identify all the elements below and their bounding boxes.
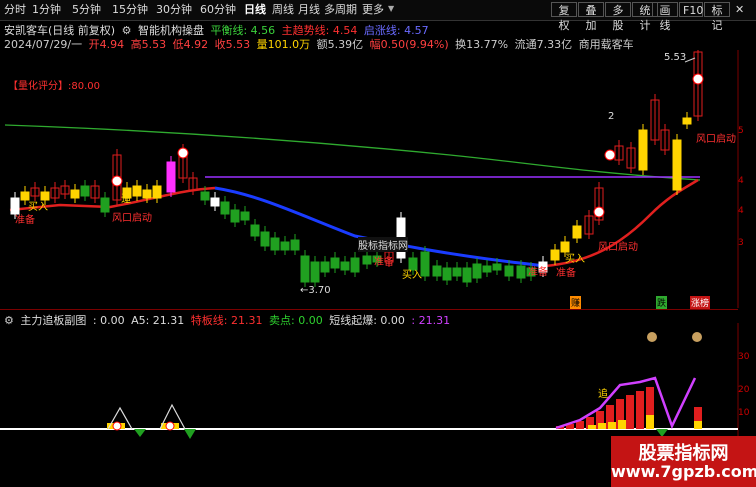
close-icon[interactable]: ✕ [735, 3, 744, 16]
score-label: 【量化评分】:80.00 [8, 81, 100, 92]
bottom-tag-fall: 跌 [656, 296, 668, 309]
tag-wind-start-1: 风口启动 [112, 213, 152, 224]
sub-bar [598, 423, 606, 429]
tab-1min[interactable]: 1分钟 [32, 3, 61, 17]
watermark-url: www.7gpzb.com [611, 462, 756, 481]
tab-60min[interactable]: 60分钟 [200, 3, 236, 17]
main-kline-chart[interactable] [0, 50, 756, 308]
tag-buy-1: 买入 [28, 202, 48, 213]
tag-prepare-2: 准备 [374, 257, 394, 268]
tab-daily[interactable]: 日线 [244, 3, 266, 17]
axis-tick-4a: 4 [738, 176, 744, 186]
high-price-label: 5.53 [664, 52, 687, 63]
tag-prepare-4: 准备 [528, 267, 548, 278]
tab-15min[interactable]: 15分钟 [112, 3, 148, 17]
sub-sell-marker [184, 429, 196, 439]
sub-sell-marker [134, 429, 146, 437]
overlay-button[interactable]: 叠加 [578, 2, 604, 32]
tab-5min[interactable]: 5分钟 [72, 3, 101, 17]
draw-line-button[interactable]: 画线 [652, 2, 678, 32]
tag-wind-start-2: 风口启动 [696, 134, 736, 145]
plus-marker-1 [111, 175, 123, 187]
money-bag-icon-1 [647, 332, 657, 342]
sub-bar [608, 422, 616, 429]
tag-buy-2: 买入 [402, 270, 422, 281]
label-two: 2 [608, 111, 615, 122]
axis-tick-3: 3 [738, 238, 744, 248]
plus-marker-4 [604, 149, 616, 161]
period-toolbar: 分时 1分钟 5分钟 15分钟 30分钟 60分钟 日线 周线 月线 多周期 更… [0, 0, 756, 32]
bottom-tag-rise-list: 涨榜 [690, 296, 711, 309]
tab-weekly[interactable]: 周线 [272, 3, 294, 17]
sub-bar [626, 395, 634, 429]
money-bag-icon-2 [692, 332, 702, 342]
axis-tick-5: 5 [738, 126, 744, 136]
axis-tick-4b: 4 [738, 206, 744, 216]
tag-site: 股标指标网 [358, 237, 408, 252]
sub-bar [618, 420, 626, 429]
tag-prepare-1: 准备 [15, 215, 35, 226]
sub-axis-20: 20 [738, 385, 750, 395]
bottom-tag-earn: 赚 [570, 296, 582, 309]
restore-right-button[interactable]: 复权 [551, 2, 577, 32]
tag-chase: 追 [121, 194, 131, 205]
green-ma-line [4, 124, 701, 181]
sub-axis-10: 10 [738, 408, 750, 418]
tab-monthly[interactable]: 月线 [298, 3, 320, 17]
multi-stock-button[interactable]: 多股 [605, 2, 631, 32]
sub-chase-label: 追 [598, 389, 608, 400]
plus-marker-3 [593, 206, 605, 218]
plus-marker-2 [177, 147, 189, 159]
sub-bar [588, 425, 596, 429]
sub-axis-30: 30 [738, 352, 750, 362]
plus-marker-5 [692, 73, 704, 85]
sub-bar [636, 391, 644, 429]
tab-multi[interactable]: 多周期 [324, 3, 357, 17]
pane-divider[interactable] [0, 309, 738, 310]
more-dropdown-icon[interactable]: ▼ [388, 4, 394, 13]
tag-wind-start-3: 风口启动 [598, 242, 638, 253]
low-price-label: ←3.70 [300, 285, 331, 296]
sub-bar [694, 421, 702, 429]
tab-fenshi[interactable]: 分时 [4, 3, 26, 17]
tag-prepare-3: 准备 [556, 268, 576, 279]
f10-button[interactable]: F10 [679, 2, 703, 17]
tab-30min[interactable]: 30分钟 [156, 3, 192, 17]
tab-more[interactable]: 更多 [362, 3, 384, 17]
mark-button[interactable]: 标记 [704, 2, 730, 32]
tag-buy-3: 买入 [565, 254, 585, 265]
sub-bar [646, 415, 654, 429]
